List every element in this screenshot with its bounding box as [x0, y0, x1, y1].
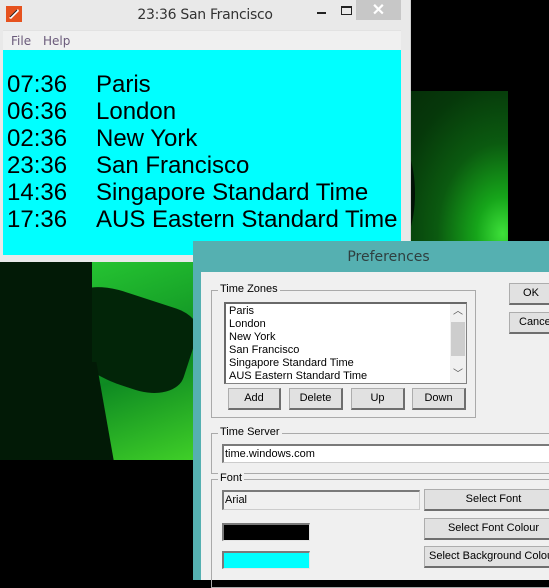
dialog-title: Preferences — [347, 249, 430, 265]
clock-time: 17:36 — [7, 206, 68, 233]
time-zones-group: Time Zones Paris London New York San Fra… — [211, 283, 476, 418]
cancel-button[interactable]: Cancel — [509, 312, 549, 334]
clock-time: 14:36 — [7, 179, 68, 206]
preferences-dialog: Preferences Time Zones Paris London New … — [193, 241, 549, 588]
list-item[interactable]: AUS Eastern Standard Time — [229, 370, 367, 383]
minimize-button[interactable] — [307, 0, 335, 20]
background-colour-swatch — [222, 551, 310, 569]
select-background-colour-button[interactable]: Select Background Colour — [424, 546, 549, 568]
ok-button[interactable]: OK — [509, 283, 549, 305]
clock-display: 07:36 Paris 06:36 London 02:36 New York 23:… — [3, 50, 401, 255]
list-item[interactable]: Paris — [229, 305, 254, 318]
select-font-colour-button[interactable]: Select Font Colour — [424, 518, 549, 540]
time-zones-list[interactable]: Paris London New York San Francisco Sing… — [224, 302, 467, 384]
scroll-down-arrow-icon[interactable]: ﹀ — [450, 367, 466, 383]
add-button[interactable]: Add — [228, 388, 281, 410]
clock-zone: AUS Eastern Standard Time — [96, 206, 398, 233]
time-server-group: Time Server time.windows.com — [211, 426, 549, 474]
list-item[interactable]: London — [229, 318, 266, 331]
list-scrollbar[interactable]: ︿ ﹀ — [450, 304, 466, 383]
clock-time: 06:36 — [7, 98, 68, 125]
menu-help[interactable]: Help — [43, 34, 70, 48]
delete-button[interactable]: Delete — [289, 388, 343, 410]
menu-file[interactable]: File — [11, 34, 31, 48]
font-group: Font Arial Select Font Select Font Colou… — [211, 472, 549, 588]
close-button[interactable]: ✕ — [356, 0, 401, 20]
list-item[interactable]: Singapore Standard Time — [229, 357, 354, 370]
clock-time: 07:36 — [7, 71, 68, 98]
clock-zone: San Francisco — [96, 152, 250, 179]
menu-bar: File Help — [3, 30, 401, 51]
font-colour-swatch — [222, 523, 310, 541]
scroll-up-arrow-icon[interactable]: ︿ — [450, 304, 466, 320]
maximize-icon — [340, 5, 352, 15]
clock-zone: Singapore Standard Time — [96, 179, 369, 206]
down-button[interactable]: Down — [412, 388, 466, 410]
clock-zone: London — [96, 98, 177, 125]
desktop-background-image-lower — [0, 262, 193, 460]
dialog-body: Time Zones Paris London New York San Fra… — [201, 272, 549, 588]
font-label: Font — [218, 472, 245, 484]
list-item[interactable]: San Francisco — [229, 344, 299, 357]
world-clock-window: 23:36 San Francisco ✕ File Help 07:36 Par… — [0, 0, 411, 262]
scrollbar-thumb[interactable] — [451, 322, 465, 356]
clock-time: 02:36 — [7, 125, 68, 152]
time-server-input[interactable]: time.windows.com — [222, 444, 549, 463]
up-button[interactable]: Up — [351, 388, 405, 410]
title-bar[interactable]: 23:36 San Francisco ✕ — [0, 0, 410, 30]
close-icon: ✕ — [371, 2, 386, 19]
list-item[interactable]: New York — [229, 331, 275, 344]
select-font-button[interactable]: Select Font — [424, 489, 549, 511]
time-zones-label: Time Zones — [218, 283, 280, 295]
desktop-background-image — [370, 91, 508, 251]
minimize-icon — [316, 12, 326, 14]
time-server-label: Time Server — [218, 426, 282, 438]
clock-zone: New York — [96, 125, 198, 152]
clock-zone: Paris — [96, 71, 151, 98]
font-name-field: Arial — [222, 490, 420, 510]
clock-time: 23:36 — [7, 152, 68, 179]
